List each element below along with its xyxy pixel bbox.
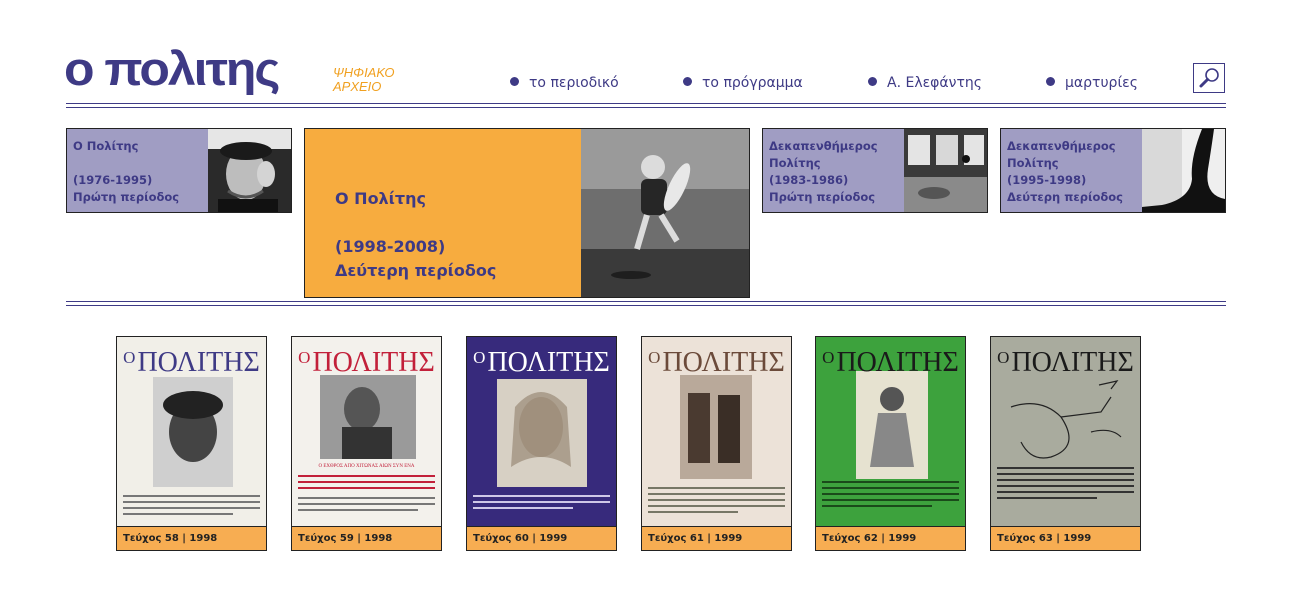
masthead-article: Ο [123, 348, 136, 367]
issue-card-60[interactable]: ΟΠΟΛΙΤΗΣ Τεύχος 60 | 1999 [466, 336, 617, 551]
masthead-title: ΠΟΛΙΤΗΣ [662, 347, 785, 378]
main-nav: το περιοδικό το πρόγραμμα Α. Ελεφάντης μ… [0, 75, 1300, 95]
period-card-dekapenthimeros-1995[interactable]: Δεκαπενθήμερος Πολίτης (1995-1998) Δεύτε… [1000, 128, 1226, 213]
period-card-politis-1976[interactable]: Ο Πολίτης (1976-1995) Πρώτη περίοδος [66, 128, 292, 213]
period-photo [208, 129, 291, 212]
content-divider [66, 301, 1226, 306]
issue-card-59[interactable]: ΟΠΟΛΙΤΗΣ Ο ΕΧΘΡΟΣ ΑΠΟ ΧΙΤΩΝΑΣ ΑΙΩΝ ΣΥΝ Ε… [291, 336, 442, 551]
issue-card-62[interactable]: ΟΠΟΛΙΤΗΣ Τεύχος 62 | 1999 [815, 336, 966, 551]
issue-masthead: ΟΠΟΛΙΤΗΣ [642, 343, 791, 378]
masthead-article: Ο [822, 348, 835, 367]
period-card-text: Δεκαπενθήμερος Πολίτης (1995-1998) Δεύτε… [1001, 129, 1142, 212]
issue-masthead: ΟΠΟΛΙΤΗΣ [467, 343, 616, 378]
nav-item-testimonies[interactable]: μαρτυρίες [1046, 75, 1138, 91]
period-years: (1983-1986) [769, 173, 849, 187]
issue-caption: Τεύχος 63 | 1999 [991, 526, 1140, 550]
nav-item-periodical[interactable]: το περιοδικό [510, 75, 619, 91]
masthead-title: ΠΟΛΙΤΗΣ [836, 347, 959, 378]
masthead-title: ΠΟΛΙΤΗΣ [312, 347, 435, 378]
bullet-icon [683, 77, 692, 86]
issue-masthead: ΟΠΟΛΙΤΗΣ [991, 343, 1140, 378]
issue-caption: Τεύχος 58 | 1998 [117, 526, 266, 550]
issue-card-63[interactable]: ΟΠΟΛΙΤΗΣ Τεύχος 63 | 1999 [990, 336, 1141, 551]
masthead-article: Ο [298, 348, 311, 367]
nav-item-label: Α. Ελεφάντης [887, 75, 982, 91]
period-title: Ο Πολίτης [335, 189, 426, 208]
search-button[interactable] [1193, 63, 1225, 93]
period-card-dekapenthimeros-1983[interactable]: Δεκαπενθήμερος Πολίτης (1983-1986) Πρώτη… [762, 128, 988, 213]
period-photo [581, 129, 749, 297]
nav-item-label: μαρτυρίες [1065, 75, 1138, 91]
nav-item-elefantis[interactable]: Α. Ελεφάντης [868, 75, 982, 91]
cover-headline: Ο ΕΧΘΡΟΣ ΑΠΟ ΧΙΤΩΝΑΣ ΑΙΩΝ ΣΥΝ ΕΝΑ [318, 464, 415, 469]
issue-caption: Τεύχος 59 | 1998 [292, 526, 441, 550]
issue-caption: Τεύχος 61 | 1999 [642, 526, 791, 550]
bullet-icon [868, 77, 877, 86]
period-card-politis-1998[interactable]: Ο Πολίτης (1998-2008) Δεύτερη περίοδος [304, 128, 750, 298]
period-card-text: Δεκαπενθήμερος Πολίτης (1983-1986) Πρώτη… [763, 129, 904, 212]
issue-masthead: ΟΠΟΛΙΤΗΣ [292, 343, 441, 378]
period-label: Δεύτερη περίοδος [1007, 190, 1123, 204]
issue-caption: Τεύχος 60 | 1999 [467, 526, 616, 550]
period-title: Δεκαπενθήμερος [769, 139, 878, 153]
masthead-title: ΠΟΛΙΤΗΣ [1011, 347, 1134, 378]
bullet-icon [510, 77, 519, 86]
period-photo [1142, 129, 1225, 212]
period-title: Δεκαπενθήμερος [1007, 139, 1116, 153]
issue-masthead: ΟΠΟΛΙΤΗΣ [816, 343, 965, 378]
period-title: Ο Πολίτης [73, 139, 139, 153]
period-years: (1998-2008) [335, 237, 446, 256]
period-years: (1995-1998) [1007, 173, 1087, 187]
nav-item-program[interactable]: το πρόγραμμα [683, 75, 803, 91]
period-title-2: Πολίτης [1007, 156, 1059, 170]
header-divider [66, 103, 1226, 108]
period-label: Πρώτη περίοδος [769, 190, 876, 204]
nav-item-label: το πρόγραμμα [702, 75, 803, 91]
period-title-2: Πολίτης [769, 156, 821, 170]
period-card-text: Ο Πολίτης (1998-2008) Δεύτερη περίοδος [305, 129, 581, 297]
search-icon [1199, 68, 1219, 88]
masthead-article: Ο [648, 348, 661, 367]
masthead-title: ΠΟΛΙΤΗΣ [487, 347, 610, 378]
bullet-icon [1046, 77, 1055, 86]
issue-caption: Τεύχος 62 | 1999 [816, 526, 965, 550]
period-label: Πρώτη περίοδος [73, 190, 180, 204]
period-photo [904, 129, 987, 212]
masthead-article: Ο [473, 348, 486, 367]
nav-item-label: το περιοδικό [529, 75, 619, 91]
masthead-title: ΠΟΛΙΤΗΣ [137, 347, 260, 378]
issue-card-61[interactable]: ΟΠΟΛΙΤΗΣ Τεύχος 61 | 1999 [641, 336, 792, 551]
issue-masthead: ΟΠΟΛΙΤΗΣ [117, 343, 266, 378]
issue-card-58[interactable]: ΟΠΟΛΙΤΗΣ Τεύχος 58 | 1998 [116, 336, 267, 551]
period-label: Δεύτερη περίοδος [335, 261, 497, 280]
masthead-article: Ο [997, 348, 1010, 367]
period-title-2 [335, 211, 551, 235]
period-years: (1976-1995) [73, 173, 153, 187]
period-card-text: Ο Πολίτης (1976-1995) Πρώτη περίοδος [67, 129, 208, 212]
period-title-2 [73, 155, 202, 172]
